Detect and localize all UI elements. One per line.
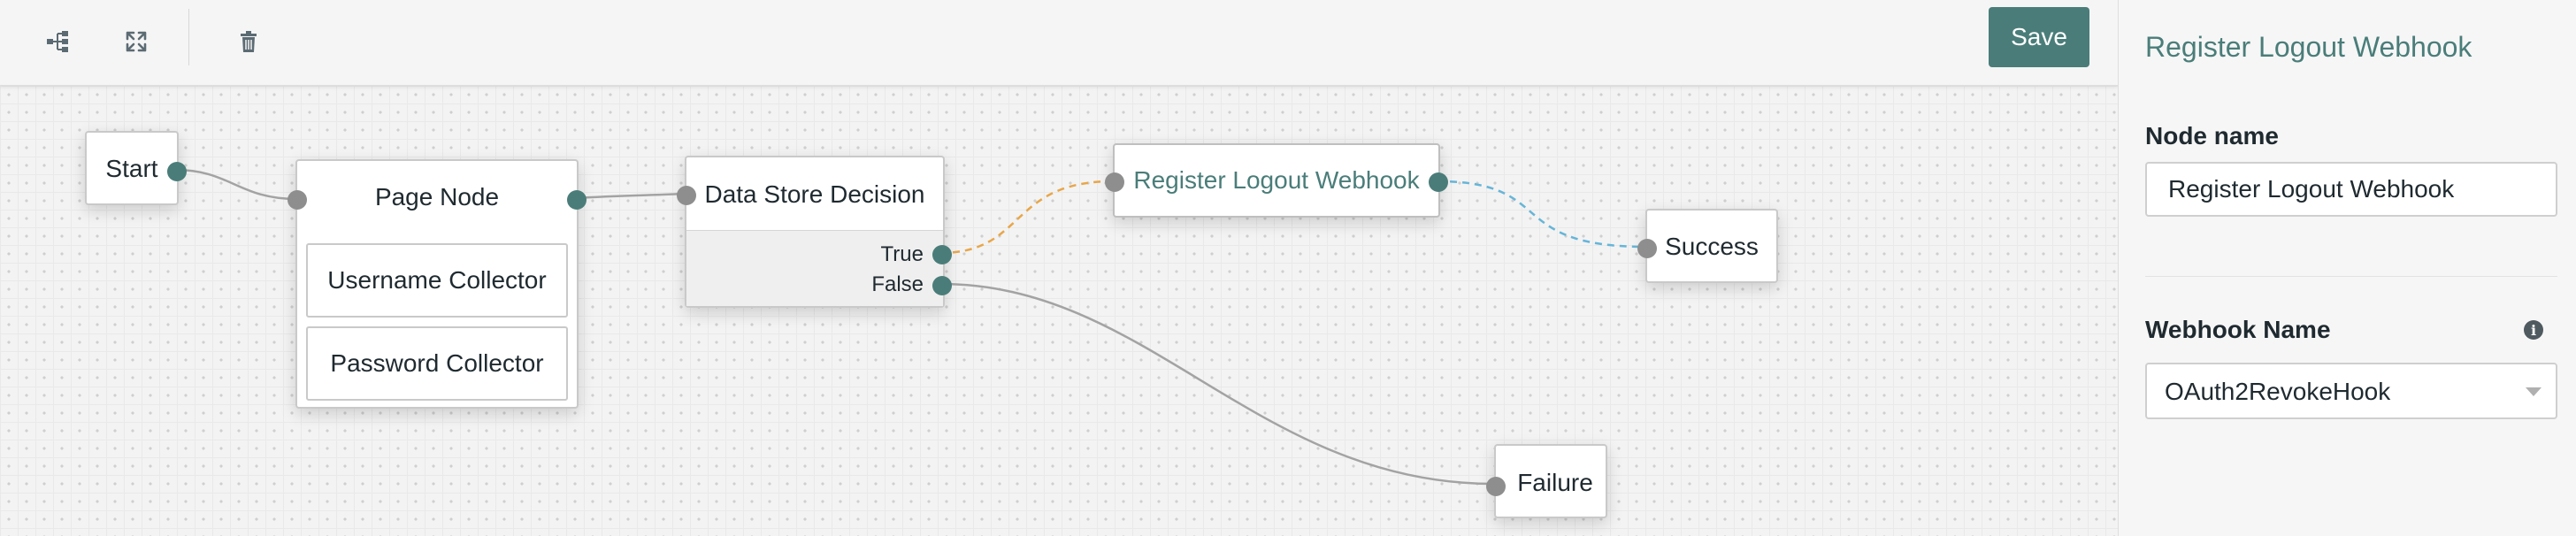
- data-store-decision-title: Data Store Decision: [704, 180, 925, 208]
- tree-layout-icon[interactable]: [37, 21, 78, 62]
- info-icon[interactable]: i: [2524, 320, 2543, 340]
- failure-node-title: Failure: [1517, 469, 1593, 496]
- data-store-decision-node[interactable]: Data Store Decision True False: [677, 156, 952, 308]
- edge-page-node-to-data-store: [574, 192, 686, 200]
- node-name-field[interactable]: [2145, 162, 2557, 217]
- start-node-title: Start: [105, 155, 158, 182]
- success-node-title: Success: [1665, 233, 1759, 260]
- failure-input-port[interactable]: [1486, 477, 1506, 496]
- outcome-false-port[interactable]: [932, 276, 952, 295]
- webhook-output-port[interactable]: [1429, 172, 1448, 192]
- webhook-node-title: Register Logout Webhook: [1133, 166, 1420, 194]
- toolbar-divider: [188, 9, 189, 65]
- page-node-input-port[interactable]: [288, 190, 307, 210]
- trash-icon[interactable]: [228, 21, 269, 62]
- tree-canvas[interactable]: Start Page Node Username Collector Passw…: [0, 86, 2118, 536]
- password-collector-node[interactable]: Password Collector: [306, 326, 568, 401]
- edge-webhook-to-success: [1437, 180, 1646, 249]
- webhook-name-value: OAuth2RevokeHook: [2165, 378, 2391, 405]
- node-name-label: Node name: [2145, 122, 2279, 149]
- page-node-output-port[interactable]: [567, 190, 586, 210]
- edge-start-to-page-node: [174, 168, 297, 201]
- start-node[interactable]: Start: [85, 131, 187, 205]
- username-collector-node[interactable]: Username Collector: [306, 243, 568, 318]
- success-node[interactable]: Success: [1637, 209, 1778, 283]
- success-input-port[interactable]: [1637, 239, 1657, 258]
- panel-divider: [2145, 276, 2557, 277]
- chevron-down-icon: [2526, 387, 2542, 396]
- fullscreen-expand-icon[interactable]: [116, 21, 157, 62]
- edge-true-to-webhook: [939, 180, 1114, 255]
- page-node-title: Page Node: [374, 183, 500, 211]
- canvas-toolbar: Save: [0, 0, 2118, 86]
- outcome-true-label: True: [880, 242, 924, 266]
- webhook-name-select[interactable]: OAuth2RevokeHook: [2145, 363, 2557, 419]
- outcome-true-port[interactable]: [932, 245, 952, 264]
- page-node[interactable]: Page Node Username Collector Password Co…: [288, 159, 586, 409]
- save-button[interactable]: Save: [1989, 7, 2089, 67]
- panel-title: Register Logout Webhook: [2145, 31, 2472, 63]
- register-logout-webhook-node[interactable]: Register Logout Webhook: [1105, 143, 1448, 218]
- start-output-port[interactable]: [167, 162, 187, 181]
- webhook-name-label: Webhook Name: [2145, 316, 2331, 343]
- outcome-false-label: False: [871, 272, 924, 296]
- failure-node[interactable]: Failure: [1486, 444, 1607, 518]
- data-store-input-port[interactable]: [677, 186, 696, 205]
- node-properties-panel: Register Logout Webhook Node name Webhoo…: [2118, 0, 2576, 536]
- edge-false-to-failure: [939, 282, 1495, 486]
- webhook-input-port[interactable]: [1105, 172, 1124, 192]
